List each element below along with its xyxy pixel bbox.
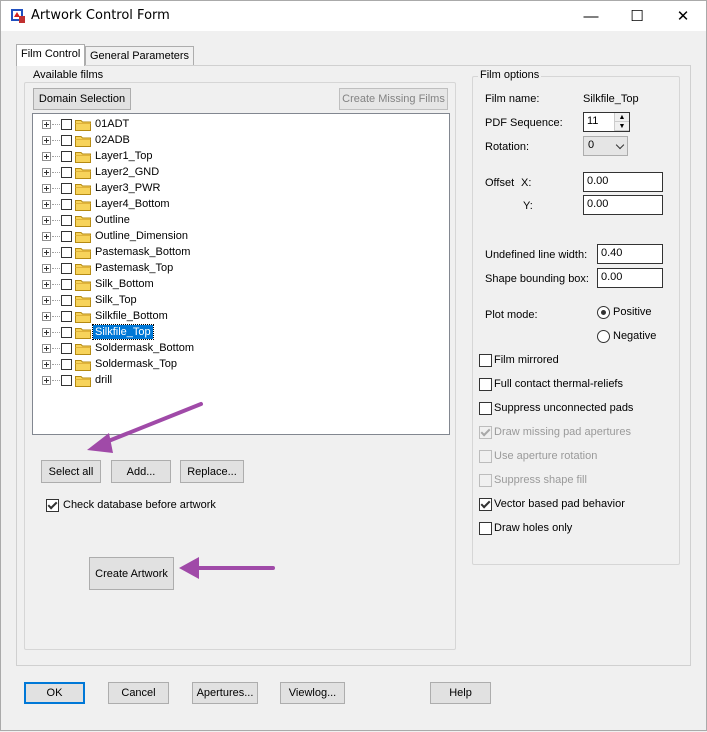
annotation-overlay <box>87 402 275 579</box>
artwork-control-form-window: Artwork Control Form — ☐ ✕ Film Control … <box>0 0 707 731</box>
tab-film-control[interactable]: Film Control <box>16 44 86 66</box>
tab-label: Film Control <box>21 48 81 60</box>
arrow-to-create-artwork-icon <box>179 557 275 579</box>
arrow-to-select-all-icon <box>87 402 203 453</box>
